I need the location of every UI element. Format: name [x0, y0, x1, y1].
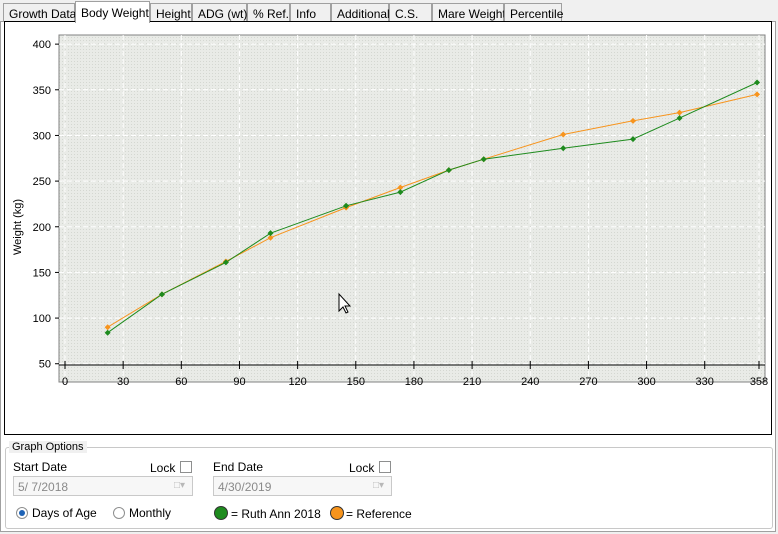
- y-tick-label: 50: [39, 359, 51, 371]
- end-date-value: 4/30/2019: [218, 480, 272, 494]
- plot-area: [58, 34, 766, 383]
- x-tick-label: 150: [347, 376, 365, 388]
- start-lock-checkbox[interactable]: [180, 461, 192, 473]
- graph-options-legend: Graph Options: [9, 441, 87, 453]
- y-tick-label: 250: [33, 176, 51, 188]
- reference-legend-swatch: [330, 506, 344, 520]
- tab-growth-data[interactable]: Growth Data: [3, 3, 76, 21]
- reference-legend-label: = Reference: [346, 507, 412, 521]
- y-tick-label: 100: [33, 313, 51, 325]
- tab-mare-weight[interactable]: Mare Weight: [432, 3, 506, 21]
- days-of-age-label[interactable]: Days of Age: [32, 506, 97, 520]
- body-weight-chart: 50 100 150 200 250 300 350 400 0 30 60 90 120 150 180 2…: [4, 21, 772, 435]
- y-tick-label: 350: [33, 85, 51, 97]
- x-tick-label: 30: [117, 376, 129, 388]
- x-tick-label: 210: [463, 376, 481, 388]
- end-lock-label: Lock: [349, 461, 375, 475]
- chart-svg: 50 100 150 200 250 300 350 400 0 30 60 90 120 150 180 2…: [12, 34, 768, 388]
- end-date-field[interactable]: 4/30/2019 □▾: [213, 476, 392, 496]
- tab-body-weight[interactable]: Body Weight: [75, 1, 150, 23]
- tab-percent-ref[interactable]: % Ref.: [247, 3, 290, 21]
- tab-info[interactable]: Info: [290, 3, 331, 21]
- tab-height[interactable]: Height: [150, 3, 192, 21]
- y-axis-title: Weight (kg): [12, 199, 24, 255]
- days-of-age-radio[interactable]: [16, 507, 28, 519]
- y-tick-label: 150: [33, 267, 51, 279]
- start-date-value: 5/ 7/2018: [18, 480, 69, 494]
- tab-adg-wt[interactable]: ADG (wt): [192, 3, 247, 21]
- x-tick-label: 240: [521, 376, 539, 388]
- x-tick-label: 270: [579, 376, 597, 388]
- x-tick-label: 60: [175, 376, 187, 388]
- x-tick-label: 330: [696, 376, 714, 388]
- tab-percentile[interactable]: Percentile: [504, 3, 563, 21]
- tab-additional[interactable]: Additional: [331, 3, 390, 21]
- y-tick-label: 400: [33, 39, 51, 51]
- end-date-label: End Date: [213, 460, 264, 474]
- y-tick-label: 200: [33, 222, 51, 234]
- calendar-dropdown-icon[interactable]: □▾: [174, 480, 188, 492]
- x-tick-label: 0: [62, 376, 68, 388]
- x-tick-label: 358: [750, 376, 768, 388]
- start-lock-label: Lock: [150, 461, 176, 475]
- x-tick-label: 180: [405, 376, 423, 388]
- x-tick-label: 120: [288, 376, 306, 388]
- start-date-field[interactable]: 5/ 7/2018 □▾: [13, 476, 193, 496]
- start-date-label: Start Date: [13, 460, 68, 474]
- tab-cs[interactable]: C.S.: [389, 3, 432, 21]
- x-tick-label: 300: [637, 376, 655, 388]
- monthly-radio[interactable]: [113, 507, 125, 519]
- ruth-ann-legend-label: = Ruth Ann 2018: [231, 507, 321, 521]
- ruth-ann-legend-swatch: [214, 506, 228, 520]
- y-tick-label: 300: [33, 130, 51, 142]
- x-tick-label: 90: [233, 376, 245, 388]
- monthly-label[interactable]: Monthly: [129, 506, 171, 520]
- calendar-dropdown-icon[interactable]: □▾: [373, 480, 387, 492]
- end-lock-checkbox[interactable]: [379, 461, 391, 473]
